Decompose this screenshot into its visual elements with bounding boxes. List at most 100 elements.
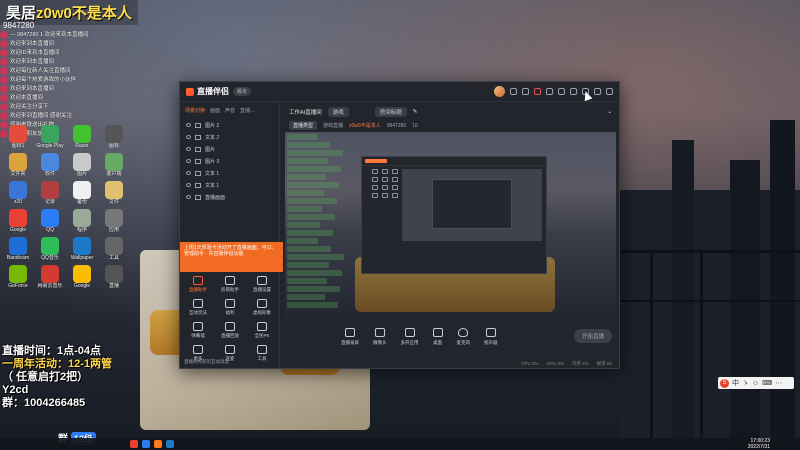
tool-button[interactable]: 直播设置 <box>246 274 278 293</box>
desktop-icon[interactable]: 软件 <box>34 153 66 177</box>
desktop-icon[interactable]: Google Chrome <box>2 209 34 233</box>
desktop-icon[interactable]: 程序 <box>66 209 98 233</box>
app-icon[interactable] <box>154 440 162 448</box>
source-item[interactable]: 直播画面 <box>180 191 279 203</box>
scene-tab[interactable]: 画面 <box>210 107 220 114</box>
control-button[interactable]: 扬声器 <box>484 328 498 346</box>
scene-tab[interactable]: 场景切换 <box>185 107 205 114</box>
chat-text: 欢迎来到本直播间 <box>10 41 55 47</box>
app-icon[interactable] <box>166 440 174 448</box>
desktop-icon[interactable]: Razer <box>66 125 98 149</box>
menu-icon[interactable] <box>570 88 577 95</box>
desktop-icon[interactable]: 备份 <box>66 181 98 205</box>
category-label[interactable]: 直播类型 <box>289 121 318 130</box>
eye-icon[interactable] <box>186 135 191 139</box>
desktop-icon[interactable]: 文件夹 <box>2 153 34 177</box>
chat-avatar-icon <box>0 66 8 75</box>
category-value[interactable]: 游戏直播 <box>323 122 343 129</box>
desktop-icon-label: 应用 <box>108 227 119 233</box>
expand-icon[interactable]: ⌄ <box>607 109 612 115</box>
desktop-icon[interactable]: z20 <box>2 181 34 205</box>
edit-icon[interactable]: ✎ <box>413 109 418 115</box>
preview-chat-line <box>287 190 324 196</box>
control-button[interactable]: 麦克风 <box>457 328 470 346</box>
skin-icon[interactable] <box>522 88 529 95</box>
eye-icon[interactable] <box>186 147 191 151</box>
app-icon <box>73 153 91 171</box>
gift-icon[interactable] <box>558 88 565 95</box>
scene-tab[interactable]: 声音 <box>225 107 235 114</box>
tool-button[interactable]: 房管助手 <box>214 274 246 293</box>
source-item[interactable]: 图片 <box>180 143 279 155</box>
ime-button[interactable]: ⌨ <box>762 379 772 387</box>
source-item[interactable]: 文本 1 <box>180 179 279 191</box>
desktop-icon[interactable]: 应用 <box>98 209 130 233</box>
ime-button[interactable]: ゝ <box>742 378 749 388</box>
desktop-icon[interactable]: Wallpaper Engine <box>66 237 98 261</box>
eye-icon[interactable] <box>186 195 191 199</box>
desktop-icon[interactable]: 客户端 <box>98 153 130 177</box>
user-avatar[interactable] <box>494 86 505 97</box>
app-icon[interactable] <box>142 440 150 448</box>
desktop-icon[interactable]: 直播 <box>98 265 130 289</box>
chat-avatar-icon <box>0 39 8 48</box>
maximize-icon[interactable] <box>594 88 601 95</box>
tool-button[interactable]: 直播回放 <box>214 320 246 339</box>
control-button[interactable]: 摄像头 <box>373 328 387 346</box>
source-item[interactable]: 文本 1 <box>180 167 279 179</box>
ime-button[interactable]: 中 <box>732 378 739 388</box>
headset-icon[interactable] <box>510 88 517 95</box>
desktop-icon-label: 程序 <box>76 227 87 233</box>
tool-button[interactable]: 互动玩法 <box>182 297 214 316</box>
tool-button[interactable]: 弹幕墙 <box>182 320 214 339</box>
clock[interactable]: 17:00:23 2022/7/31 <box>748 438 770 450</box>
tool-icon <box>257 345 267 354</box>
desktop-icon[interactable]: Google Chrome <box>66 265 98 289</box>
desktop-icon[interactable]: Bandicam <box>2 237 34 261</box>
eye-icon[interactable] <box>186 123 191 127</box>
desktop-icon[interactable]: GeForce Experience <box>2 265 34 289</box>
ime-button[interactable]: ☺ <box>752 380 759 387</box>
desktop-icon[interactable]: 文件 <box>98 181 130 205</box>
tool-button[interactable]: 虚拟形象 <box>246 297 278 316</box>
stream-preview[interactable] <box>285 132 616 320</box>
desktop-icon[interactable]: 图片 <box>66 153 98 177</box>
control-label: 桌面 <box>433 340 442 345</box>
eye-icon[interactable] <box>186 159 191 163</box>
desktop-icon[interactable]: Google Play <box>34 125 66 149</box>
desktop-icon[interactable]: 图标1 <box>2 125 34 149</box>
close-icon[interactable] <box>606 88 613 95</box>
source-name: 文本 1 <box>205 170 220 177</box>
eye-icon[interactable] <box>186 171 191 175</box>
start-live-button[interactable]: 开始直播 <box>573 329 612 343</box>
source-item[interactable]: 图片 2 <box>180 119 279 131</box>
room-tag[interactable]: 游戏 <box>327 107 349 117</box>
message-icon[interactable] <box>546 88 553 95</box>
room-title-field[interactable]: 房间标题 <box>374 107 407 117</box>
desktop-icon[interactable]: 图标 <box>98 125 130 149</box>
mail-icon[interactable] <box>534 88 541 95</box>
ime-button[interactable]: ⋯ <box>775 379 782 387</box>
eye-icon[interactable] <box>186 183 191 187</box>
control-button[interactable]: 直播录屏 <box>341 328 359 346</box>
ime-toolbar[interactable]: S 中ゝ ☺ ⌨ ⋯ <box>718 377 794 389</box>
tool-button[interactable]: 福利 <box>214 297 246 316</box>
source-item[interactable]: 文本 2 <box>180 131 279 143</box>
desktop-icon[interactable]: QQ <box>34 209 66 233</box>
scene-tab[interactable]: 直播... <box>240 107 254 114</box>
desktop-icon[interactable]: 记录 <box>34 181 66 205</box>
app-icon[interactable] <box>130 440 138 448</box>
control-button[interactable]: 桌面 <box>432 328 443 346</box>
tool-button[interactable]: 直播助手 <box>182 274 214 293</box>
control-button[interactable]: 多开应用 <box>401 328 419 346</box>
sogou-icon[interactable]: S <box>720 378 729 388</box>
source-item[interactable]: 图片 3 <box>180 155 279 167</box>
preview-chat-line <box>287 294 325 300</box>
notice-banner[interactable]: 上周1元体验卡活动开了直播画面，可以，管理助手 · 并直播伴侣功能 <box>180 242 283 272</box>
desktop-screen: 昊居z0w0不是本人 9847280 --- 9847280 1 欢迎来到本直播… <box>0 0 800 450</box>
tool-button[interactable]: 工具 <box>246 343 278 362</box>
tool-button[interactable]: 全民PK <box>246 320 278 339</box>
desktop-icon[interactable]: 网易云音乐 <box>34 265 66 289</box>
desktop-icon[interactable]: QQ音乐 <box>34 237 66 261</box>
desktop-icon[interactable]: 工具 <box>98 237 130 261</box>
